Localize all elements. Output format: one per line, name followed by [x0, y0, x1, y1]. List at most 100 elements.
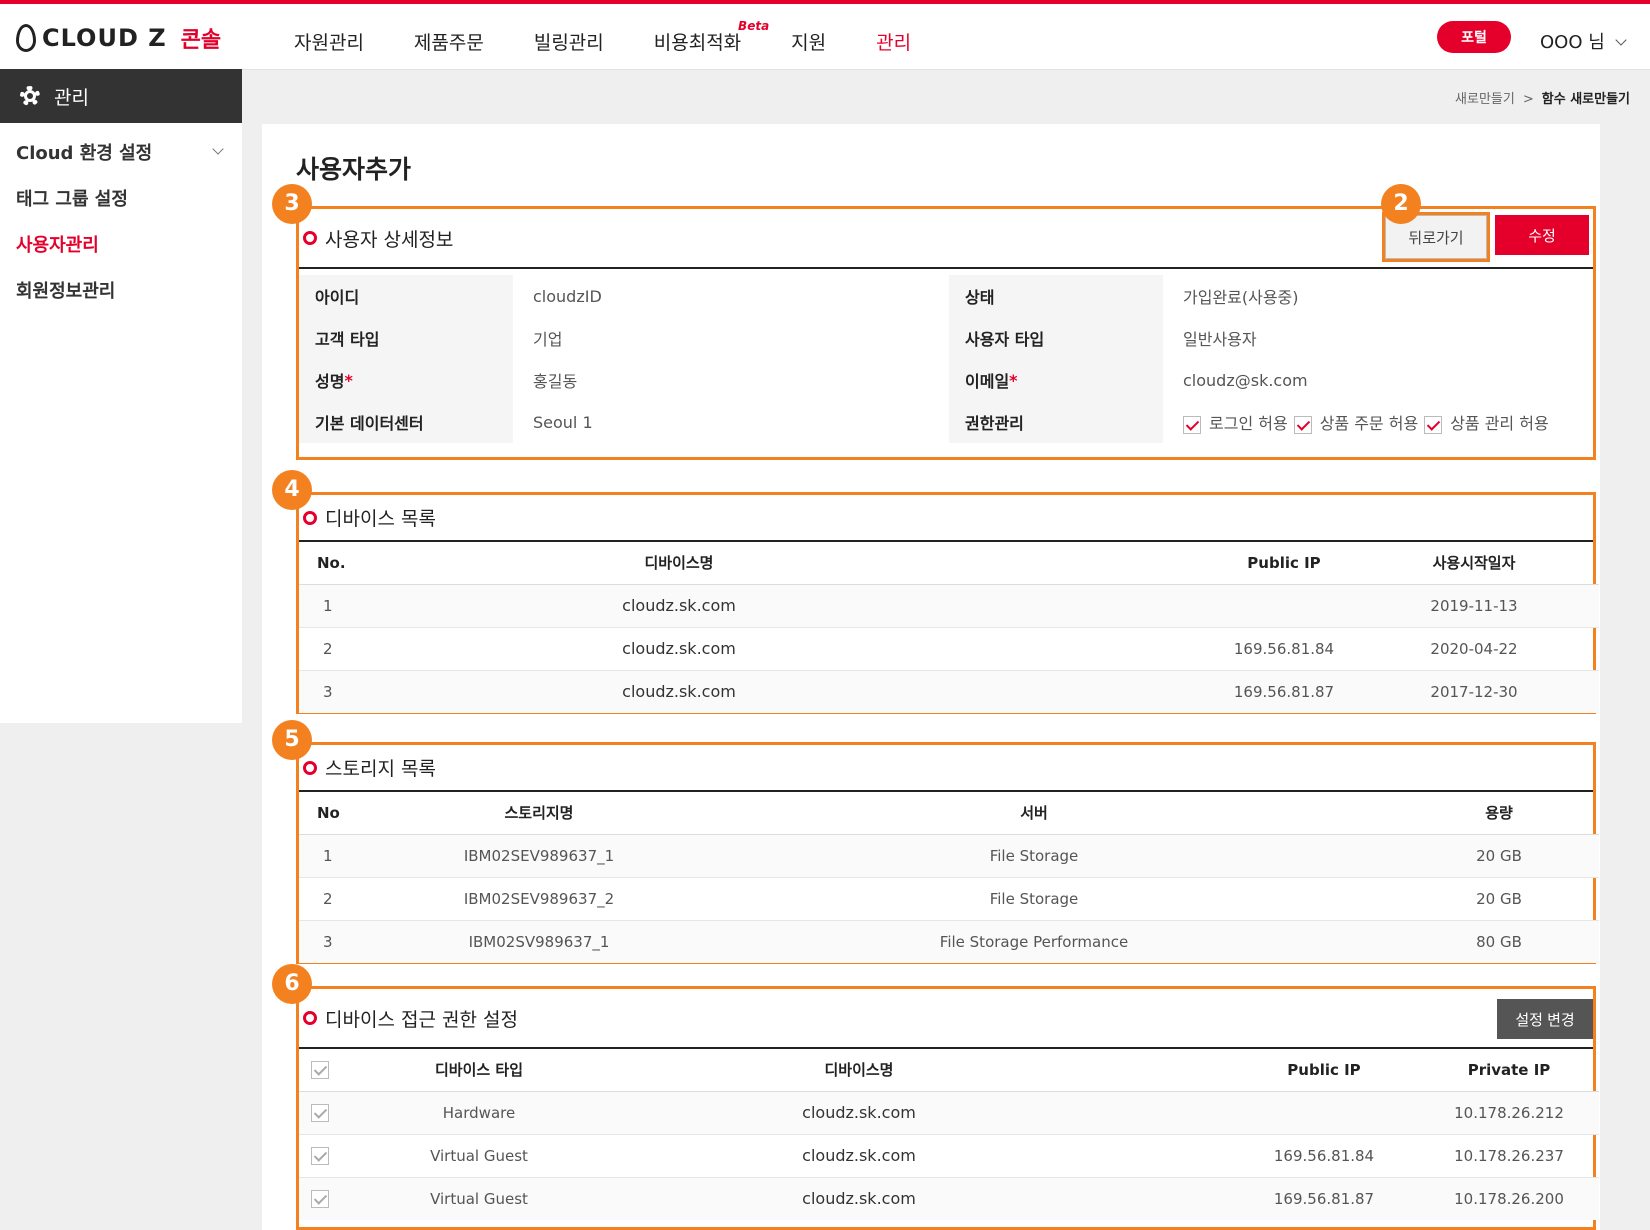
status-value: 가입완료(사용중) — [1183, 288, 1299, 307]
info-row: 아이디 cloudzID 상태 가입완료(사용중) — [299, 275, 1593, 317]
manage-permission[interactable]: 상품 관리 허용 — [1424, 410, 1549, 434]
user-menu[interactable]: OOO 님 — [1540, 28, 1627, 54]
beta-badge: Beta — [738, 19, 770, 33]
section-title: 디바이스 목록 — [325, 508, 436, 530]
email-label: 이메일 * — [949, 359, 1163, 401]
page-title: 사용자추가 — [296, 155, 412, 184]
column-header: No — [299, 792, 409, 835]
row-checkbox[interactable] — [311, 1146, 329, 1165]
sidebar-item-label: 회원정보관리 — [16, 281, 116, 302]
breadcrumb-separator: > — [1522, 92, 1534, 107]
nav-item-admin[interactable]: 관리 — [876, 28, 911, 55]
logo-text: CLOUD Z — [42, 24, 167, 52]
sidebar-item-member-info[interactable]: 회원정보관리 — [0, 267, 242, 313]
logo[interactable]: CLOUD Z 콘솔 — [16, 22, 221, 54]
select-all-checkbox[interactable] — [311, 1061, 329, 1079]
section-header: 스토리지 목록 — [299, 745, 1593, 792]
required-mark: * — [1009, 370, 1018, 390]
info-row: 성명 * 홍길동 이메일 * cloudz@sk.com — [299, 359, 1593, 401]
id-value: cloudzID — [533, 286, 602, 306]
required-mark: * — [344, 370, 353, 390]
status-label: 상태 — [949, 275, 1163, 317]
sidebar-item-label: 태그 그룹 설정 — [16, 189, 128, 210]
user-name-label: OOO 님 — [1540, 32, 1605, 53]
column-header: Public IP — [1109, 1049, 1419, 1092]
section-header: 디바이스 목록 — [299, 495, 1593, 542]
change-settings-button[interactable]: 설정 변경 — [1497, 999, 1593, 1039]
table-row[interactable]: 2 IBM02SEV989637_2 File Storage 20 GB — [299, 877, 1599, 921]
circle-bullet-icon — [303, 510, 317, 525]
customer-type-value: 기업 — [533, 330, 563, 349]
device-list-section: 디바이스 목록 No. 디바이스명 Public IP 사용시작일자 1 clo… — [296, 492, 1599, 714]
annotation-badge-5: 5 — [272, 720, 312, 760]
table-row[interactable]: 1 cloudz.sk.com 2019-11-13 — [299, 584, 1599, 628]
email-value: cloudz@sk.com — [1183, 370, 1308, 390]
row-checkbox[interactable] — [311, 1190, 329, 1208]
row-checkbox[interactable] — [311, 1103, 329, 1122]
table-row[interactable]: Virtual Guest cloudz.sk.com 169.56.81.87… — [299, 1177, 1599, 1220]
table-row[interactable]: 1 IBM02SEV989637_1 File Storage 20 GB — [299, 834, 1599, 878]
nav-item-support[interactable]: 지원 — [791, 28, 826, 55]
annotation-badge-2: 2 — [1381, 184, 1421, 224]
datacenter-value: Seoul 1 — [533, 412, 593, 432]
edit-button[interactable]: 수정 — [1495, 215, 1589, 255]
checkbox-checked-icon[interactable] — [1293, 415, 1312, 434]
nav-item-resources[interactable]: 자원관리 — [294, 28, 364, 55]
info-row: 고객 타입 기업 사용자 타입 일반사용자 — [299, 317, 1593, 359]
device-table: No. 디바이스명 Public IP 사용시작일자 1 cloudz.sk.c… — [299, 542, 1599, 713]
section-title: 사용자 상세정보 — [325, 228, 454, 251]
storage-table: No 스토리지명 서버 용량 1 IBM02SEV989637_1 File S… — [299, 792, 1599, 963]
id-label: 아이디 — [299, 275, 513, 317]
table-row[interactable]: 2 cloudz.sk.com 169.56.81.84 2020-04-22 — [299, 627, 1599, 671]
annotation-badge-3: 3 — [272, 184, 312, 224]
annotation-badge-4: 4 — [272, 470, 312, 510]
column-header: No. — [299, 542, 439, 585]
info-row: 기본 데이터센터 Seoul 1 권한관리 로그인 허용 상품 주문 허용 상품… — [299, 401, 1593, 443]
nav-item-cost-optimization[interactable]: 비용최적화 Beta — [653, 19, 769, 55]
global-nav: 자원관리 제품주문 빌링관리 비용최적화 Beta 지원 관리 — [294, 19, 961, 55]
device-access-section: 디바이스 접근 권한 설정 설정 변경 디바이스 타입 디바이스명 Public… — [296, 986, 1599, 1230]
column-header: 디바이스명 — [439, 542, 919, 585]
logo-subtitle: 콘솔 — [180, 28, 222, 53]
breadcrumb: 새로만들기 > 함수 새로만들기 — [1455, 88, 1630, 107]
sidebar-item-user-management[interactable]: 사용자관리 — [0, 221, 242, 267]
table-row[interactable]: Hardware cloudz.sk.com 10.178.26.212 — [299, 1091, 1599, 1135]
access-table: 디바이스 타입 디바이스명 Public IP Private IP Hardw… — [299, 1049, 1599, 1220]
chevron-down-icon — [212, 143, 224, 155]
login-permission[interactable]: 로그인 허용 — [1183, 410, 1288, 434]
table-row[interactable]: 3 IBM02SV989637_1 File Storage Performan… — [299, 920, 1599, 963]
gear-icon — [18, 84, 42, 108]
top-header: CLOUD Z 콘솔 자원관리 제품주문 빌링관리 비용최적화 Beta 지원 관… — [0, 4, 1650, 70]
nav-item-billing[interactable]: 빌링관리 — [534, 28, 604, 55]
column-header: 디바이스 타입 — [349, 1049, 609, 1092]
sidebar-item-tag-groups[interactable]: 태그 그룹 설정 — [0, 175, 242, 221]
annotation-badge-6: 6 — [272, 964, 312, 1004]
column-header: 스토리지명 — [409, 792, 669, 835]
portal-button[interactable]: 포털 — [1437, 21, 1511, 53]
breadcrumb-parent[interactable]: 새로만들기 — [1455, 92, 1515, 107]
sidebar-title: 관리 — [54, 86, 89, 109]
circle-bullet-icon — [303, 1011, 317, 1025]
order-permission[interactable]: 상품 주문 허용 — [1293, 410, 1418, 434]
table-row[interactable]: Virtual Guest cloudz.sk.com 169.56.81.84… — [299, 1134, 1599, 1178]
column-header: Public IP — [919, 542, 1349, 585]
column-header: 사용시작일자 — [1349, 542, 1599, 585]
permission-group: 로그인 허용 상품 주문 허용 상품 관리 허용 — [1163, 401, 1593, 443]
name-value: 홍길동 — [533, 372, 578, 391]
column-header: 디바이스명 — [609, 1049, 1109, 1092]
section-title: 디바이스 접근 권한 설정 — [325, 1008, 518, 1031]
sidebar-item-cloud-settings[interactable]: Cloud 환경 설정 — [0, 129, 242, 175]
main-content: 사용자추가 3 사용자 상세정보 뒤로가기 수정 아이디 cloudzID 상태… — [262, 124, 1600, 1230]
checkbox-checked-icon[interactable] — [1183, 415, 1201, 434]
user-detail-section: 사용자 상세정보 뒤로가기 수정 아이디 cloudzID 상태 가입완료(사용… — [296, 206, 1596, 460]
sidebar-item-label: Cloud 환경 설정 — [16, 143, 153, 164]
logo-drop-icon — [16, 24, 36, 52]
nav-item-order[interactable]: 제품주문 — [414, 28, 484, 55]
storage-list-section: 스토리지 목록 No 스토리지명 서버 용량 1 IBM02SEV989637_… — [296, 742, 1599, 964]
table-row[interactable]: 3 cloudz.sk.com 169.56.81.87 2017-12-30 — [299, 670, 1599, 713]
checkbox-checked-icon[interactable] — [1424, 415, 1443, 434]
column-header: Private IP — [1419, 1049, 1599, 1092]
nav-item-label: 비용최적화 — [653, 32, 742, 54]
column-header: 용량 — [1399, 792, 1599, 835]
permission-label: 권한관리 — [949, 401, 1163, 443]
